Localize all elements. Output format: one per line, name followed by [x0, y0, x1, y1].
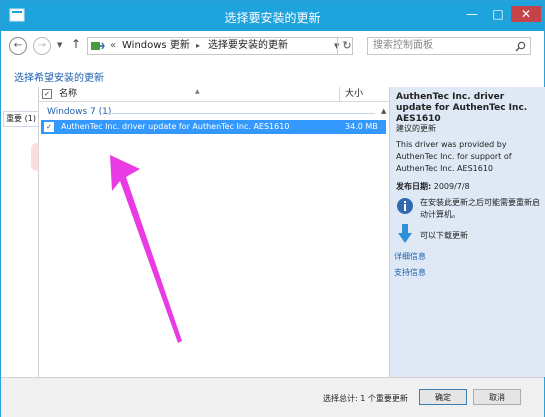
up-arrow-icon[interactable]: ↑ — [71, 37, 81, 51]
details-subtitle: 建议的更新 — [396, 124, 436, 133]
breadcrumb-current-page[interactable]: 选择要安装的更新 — [208, 38, 288, 54]
selection-total: 选择总计: 1 个重要更新 — [323, 394, 408, 403]
list-header: ✓ ▲ 名称 大小 — [39, 87, 389, 102]
column-header-size[interactable]: 大小 — [345, 87, 363, 101]
date-label: 发布日期: — [396, 182, 432, 191]
details-date: 发布日期: 2009/7/8 — [396, 181, 470, 192]
recent-pages-chevron-icon[interactable]: ▼ — [57, 41, 62, 49]
back-button[interactable]: ← — [9, 37, 27, 55]
collapse-chevron-icon[interactable]: ▲ — [381, 107, 386, 115]
title-bar[interactable]: 选择要安装的更新 — □ ✕ — [1, 1, 544, 31]
restart-text: 在安装此更新之后可能需要重新启动计算机。 — [420, 198, 540, 219]
row-checkbox[interactable]: ✓ — [44, 122, 54, 132]
minimize-button[interactable]: — — [463, 6, 481, 22]
close-button[interactable]: ✕ — [511, 6, 541, 22]
tab-important[interactable]: 重要 (1) — [3, 111, 38, 127]
update-size: 34.0 MB — [345, 122, 378, 131]
table-row[interactable]: ✓ AuthenTec Inc. driver update for Authe… — [41, 120, 386, 134]
group-label: Windows 7 (1) — [47, 107, 112, 117]
download-notice: 可以下载更新 — [396, 224, 542, 246]
more-info-link[interactable]: 详细信息 — [394, 251, 426, 262]
update-name: AuthenTec Inc. driver update for AuthenT… — [61, 122, 290, 131]
group-header-windows7[interactable]: Windows 7 (1) ▲ — [45, 107, 386, 119]
update-list: ✓ ▲ 名称 大小 Windows 7 (1) ▲ ✓ AuthenTec In… — [39, 87, 389, 377]
search-placeholder: 搜索控制面板 — [373, 40, 433, 51]
category-pane: 重要 (1) — [1, 87, 59, 377]
breadcrumb-separator: « — [110, 40, 117, 51]
update-window: 选择要安装的更新 — □ ✕ ← → ▼ ↑ « Windows 更新 ▸ 选择… — [0, 0, 545, 417]
details-description: This driver was provided by AuthenTec In… — [396, 140, 512, 173]
address-bar: ← → ▼ ↑ « Windows 更新 ▸ 选择要安装的更新 ▼ ↻ 搜索控制… — [1, 31, 544, 61]
info-icon — [397, 198, 413, 214]
download-arrow-icon — [398, 224, 412, 243]
support-info-link[interactable]: 支持信息 — [394, 267, 426, 278]
details-pane: AuthenTec Inc. driver update for AuthenT… — [389, 87, 545, 377]
search-input[interactable]: 搜索控制面板 — [367, 37, 531, 55]
cancel-button[interactable]: 取消 — [473, 389, 521, 405]
sort-indicator-icon: ▲ — [195, 88, 200, 95]
ok-button[interactable]: 确定 — [419, 389, 467, 405]
date-value: 2009/7/8 — [433, 182, 470, 191]
restart-notice: 在安装此更新之后可能需要重新启动计算机。 — [396, 197, 542, 225]
breadcrumb-arrow[interactable]: ▸ — [196, 38, 200, 54]
maximize-button[interactable]: □ — [489, 6, 507, 22]
search-icon — [515, 41, 526, 52]
forward-button[interactable]: → — [33, 37, 51, 55]
download-text: 可以下载更新 — [420, 231, 468, 240]
select-all-checkbox[interactable]: ✓ — [42, 89, 52, 99]
details-title: AuthenTec Inc. driver update for AuthenT… — [396, 92, 528, 124]
windows-update-icon — [91, 42, 105, 50]
refresh-button[interactable]: ↻ — [337, 37, 356, 55]
group-divider — [107, 113, 375, 114]
annotation-arrow-icon — [110, 155, 182, 343]
page-heading: 选择希望安装的更新 — [14, 73, 104, 84]
breadcrumb-windows-update[interactable]: Windows 更新 — [122, 38, 190, 54]
column-header-name[interactable]: 名称 — [59, 87, 77, 101]
footer-bar: 选择总计: 1 个重要更新 确定 取消 — [1, 377, 544, 417]
column-divider[interactable] — [339, 87, 340, 101]
breadcrumb[interactable]: « Windows 更新 ▸ 选择要安装的更新 ▼ — [87, 37, 353, 55]
